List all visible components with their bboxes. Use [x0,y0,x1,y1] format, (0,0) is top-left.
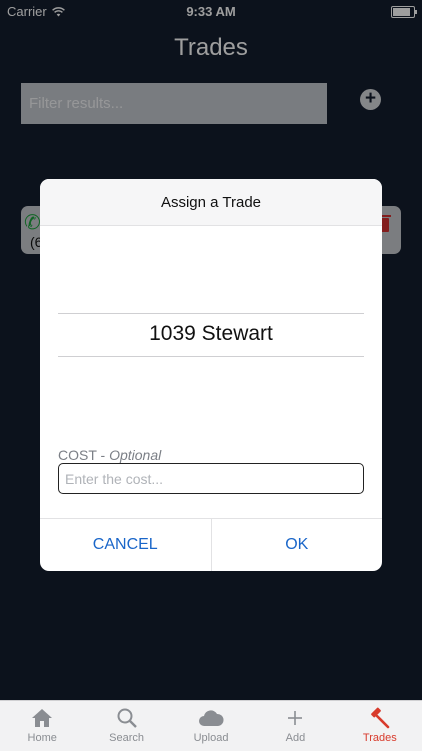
hammer-icon [369,706,391,730]
tab-label: Add [285,732,306,744]
cost-label-text: COST - [58,447,106,463]
picker-bottom-divider [58,356,364,357]
tab-label: Upload [193,732,229,744]
picker-top-divider [58,313,364,314]
tab-trades[interactable]: Trades [338,701,422,751]
assign-trade-dialog: Assign a Trade 1039 Stewart COST - Optio… [40,179,382,571]
cost-label-optional: Optional [109,447,162,463]
cancel-button[interactable]: CANCEL [40,519,212,571]
cloud-icon [198,706,224,730]
tab-home[interactable]: Home [0,701,84,751]
cost-input[interactable] [58,463,364,494]
search-icon [116,706,138,730]
dialog-title: Assign a Trade [40,179,382,226]
home-icon [31,706,53,730]
tab-search[interactable]: Search [84,701,168,751]
tab-label: Search [109,732,145,744]
tab-label: Trades [362,732,397,744]
trade-picker-selected[interactable]: 1039 Stewart [58,322,364,346]
cost-label: COST - Optional [58,447,161,463]
dialog-actions: CANCEL OK [40,518,382,571]
tab-add[interactable]: Add [253,701,337,751]
tab-upload[interactable]: Upload [169,701,253,751]
app-screen: Carrier 9:33 AM Trades + ✆ (6 Assign a T… [0,0,422,751]
ok-button[interactable]: OK [212,519,383,571]
tab-bar: Home Search Upload Add Trades [0,700,422,751]
plus-icon [287,706,303,730]
tab-label: Home [27,732,57,744]
